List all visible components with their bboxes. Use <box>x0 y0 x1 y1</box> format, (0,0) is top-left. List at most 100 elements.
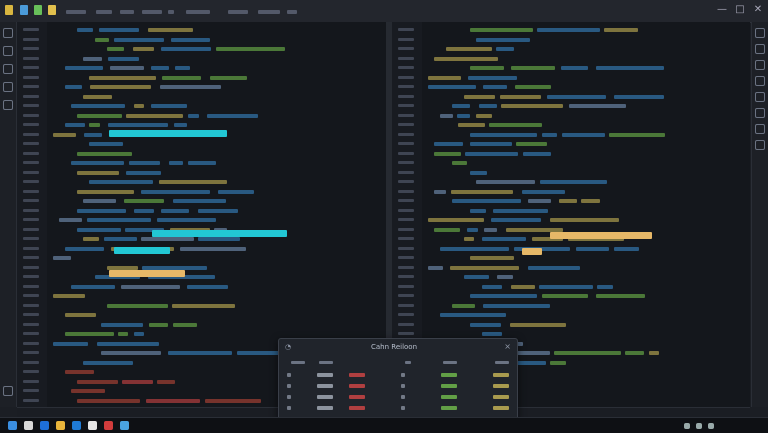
code-token <box>561 66 588 70</box>
code-token <box>169 161 183 165</box>
code-token <box>452 199 521 203</box>
code-token <box>122 379 153 384</box>
settings-icon[interactable] <box>3 386 13 396</box>
code-token <box>133 47 154 51</box>
line-number <box>23 180 39 183</box>
code-token <box>470 28 533 32</box>
line-number <box>398 275 414 278</box>
code-token <box>562 132 605 137</box>
line-number <box>23 37 39 41</box>
table-cell <box>349 406 365 410</box>
code-token <box>479 104 497 108</box>
code-token <box>496 47 514 51</box>
menu-extra[interactable] <box>287 10 297 14</box>
extensions-icon[interactable] <box>3 100 13 110</box>
line-number <box>23 218 39 221</box>
line-number <box>23 398 39 402</box>
line-number <box>398 265 414 269</box>
menu-view[interactable] <box>120 10 134 14</box>
menu-go[interactable] <box>142 10 162 14</box>
line-number <box>398 294 414 297</box>
line-number <box>398 218 414 221</box>
line-number <box>398 151 414 155</box>
bookmark-icon[interactable] <box>755 92 765 102</box>
problems-icon[interactable] <box>755 108 765 118</box>
menu-window[interactable] <box>228 10 248 14</box>
save-icon[interactable] <box>20 5 28 15</box>
table-cell <box>493 373 509 377</box>
tray-icon[interactable] <box>684 423 690 429</box>
code-token <box>148 28 193 32</box>
code-token <box>146 398 200 403</box>
table-cell <box>441 406 457 410</box>
code-token <box>124 199 164 203</box>
title-bar: — □ ✕ <box>0 0 768 23</box>
taskbar-app-icon[interactable] <box>104 421 113 430</box>
code-token <box>464 275 489 279</box>
code-token <box>528 199 551 203</box>
code-token <box>87 218 151 222</box>
line-number <box>23 256 39 259</box>
code-token <box>482 237 526 241</box>
taskbar-app-icon[interactable] <box>88 421 97 430</box>
code-token <box>101 322 143 327</box>
run-icon[interactable] <box>34 5 42 15</box>
line-number <box>398 313 414 316</box>
output-icon[interactable] <box>755 140 765 150</box>
taskbar-app-icon[interactable] <box>72 421 81 430</box>
timeline-icon[interactable] <box>755 76 765 86</box>
code-token <box>476 180 535 184</box>
code-token <box>207 113 258 118</box>
data-popup[interactable]: ◔ Cahn Reiloon × <box>278 338 518 422</box>
menu-help[interactable] <box>258 10 280 14</box>
code-token <box>434 227 460 232</box>
search-icon[interactable] <box>3 46 13 56</box>
line-number <box>23 75 39 79</box>
code-token <box>198 237 240 241</box>
activity-bar-left <box>0 22 17 407</box>
table-header <box>405 361 411 364</box>
code-token <box>550 360 566 365</box>
popup-close-icon[interactable]: × <box>504 342 511 351</box>
taskbar-app-icon[interactable] <box>120 421 129 430</box>
debug-icon[interactable] <box>48 5 56 15</box>
table-cell <box>349 395 365 399</box>
tray-icon[interactable] <box>696 423 702 429</box>
source-control-icon[interactable] <box>3 64 13 74</box>
start-icon[interactable] <box>8 421 17 430</box>
menu-terminal[interactable] <box>186 10 210 14</box>
line-number <box>398 161 414 164</box>
selection-highlight <box>109 130 227 137</box>
code-token <box>83 199 116 203</box>
code-token <box>604 28 638 32</box>
table-cell <box>401 373 405 377</box>
minimap-icon[interactable] <box>755 60 765 70</box>
menu-file[interactable] <box>66 10 86 14</box>
menu-run[interactable] <box>168 10 174 14</box>
line-number <box>23 170 39 174</box>
taskbar-app-icon[interactable] <box>56 421 65 430</box>
line-number <box>398 237 414 240</box>
panel-icon[interactable] <box>755 28 765 38</box>
table-cell <box>493 395 509 399</box>
maximize-icon[interactable]: □ <box>734 4 746 16</box>
app-icon[interactable] <box>5 5 13 15</box>
table-cell <box>317 373 333 377</box>
taskbar-app-icon[interactable] <box>40 421 49 430</box>
outline-icon[interactable] <box>755 44 765 54</box>
line-number <box>23 161 39 164</box>
close-icon[interactable]: ✕ <box>752 4 764 16</box>
code-token <box>168 351 232 355</box>
code-token <box>77 227 121 232</box>
minimize-icon[interactable]: — <box>716 4 728 16</box>
tray-icon[interactable] <box>708 423 714 429</box>
debug-panel-icon[interactable] <box>3 82 13 92</box>
menu-edit[interactable] <box>96 10 112 14</box>
terminal-icon[interactable] <box>755 124 765 134</box>
code-token <box>83 237 99 241</box>
taskbar-app-icon[interactable] <box>24 421 33 430</box>
line-number <box>23 379 39 383</box>
popup-info-icon: ◔ <box>285 343 292 351</box>
explorer-icon[interactable] <box>3 28 13 38</box>
line-number <box>398 170 414 174</box>
